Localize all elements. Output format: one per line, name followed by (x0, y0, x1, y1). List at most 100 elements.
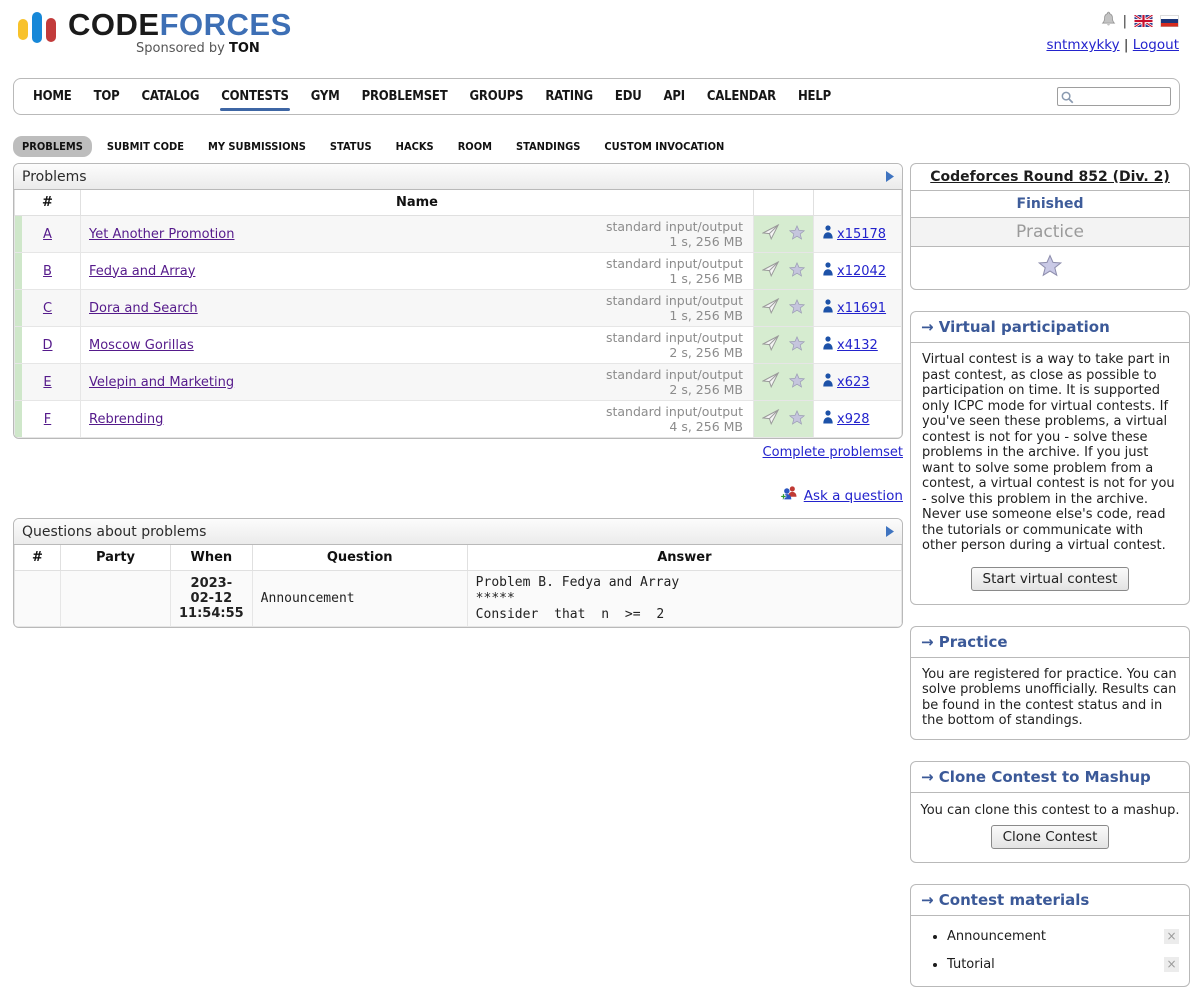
materials-caption: → Contest materials (911, 885, 1189, 916)
problem-name-cell: Moscow Gorillas standard input/output 2 … (81, 327, 754, 364)
subnav-item[interactable]: ROOM (449, 136, 501, 157)
caption-arrow-icon[interactable] (886, 171, 894, 182)
clone-contest-button[interactable]: Clone Contest (991, 825, 1110, 849)
problem-name-link[interactable]: Dora and Search (89, 301, 198, 316)
solved-count-link[interactable]: x4132 (837, 338, 878, 353)
material-label[interactable]: Announcement (947, 929, 1046, 944)
codeforces-logo[interactable]: CODEFORCES Sponsored by TON (14, 8, 292, 72)
main-nav-item[interactable]: CONTESTS (210, 80, 300, 113)
logout-link[interactable]: Logout (1133, 37, 1179, 53)
practice-box: → Practice You are registered for practi… (910, 626, 1190, 740)
main-nav-item[interactable]: TOP (83, 80, 131, 113)
problem-name-link[interactable]: Velepin and Marketing (89, 375, 234, 390)
main-nav-item[interactable]: GROUPS (459, 80, 535, 113)
practice-text: You are registered for practice. You can… (911, 658, 1189, 739)
main-nav-item[interactable]: HELP (787, 80, 842, 113)
main-nav-item[interactable]: CATALOG (130, 80, 210, 113)
main-nav-item[interactable]: GYM (300, 80, 351, 113)
virtual-text: Virtual contest is a way to take part in… (911, 343, 1189, 564)
subnav-item[interactable]: CUSTOM INVOCATION (595, 136, 733, 157)
problem-letter-link[interactable]: D (42, 338, 52, 353)
paper-plane-icon[interactable] (762, 335, 780, 355)
logo-bars-icon (18, 12, 56, 43)
flag-uk-icon[interactable] (1134, 15, 1153, 27)
paper-plane-icon[interactable] (762, 372, 780, 392)
subnav-item[interactable]: STATUS (321, 136, 381, 157)
main-nav-item[interactable]: CALENDAR (696, 80, 787, 113)
main-nav-item[interactable]: EDU (604, 80, 653, 113)
contest-info-box: Codeforces Round 852 (Div. 2) Finished P… (910, 163, 1190, 290)
problem-letter-link[interactable]: F (44, 412, 51, 427)
problems-col-icons (754, 190, 814, 216)
problem-letter-cell: B (15, 253, 81, 290)
flag-ru-icon[interactable] (1160, 15, 1179, 27)
ask-question-link[interactable]: Ask a question (804, 488, 903, 504)
problem-letter-link[interactable]: B (43, 264, 52, 279)
problem-letter-link[interactable]: E (43, 375, 51, 390)
complete-problemset-link[interactable]: Complete problemset (763, 445, 903, 460)
main-nav-item[interactable]: API (653, 80, 696, 113)
subnav-item[interactable]: STANDINGS (507, 136, 589, 157)
paper-plane-icon[interactable] (762, 409, 780, 429)
problem-letter-link[interactable]: C (43, 301, 52, 316)
problem-name-link[interactable]: Moscow Gorillas (89, 338, 194, 353)
person-icon (822, 410, 834, 428)
subnav-item[interactable]: SUBMIT CODE (98, 136, 193, 157)
problem-io-limits: standard input/output 1 s, 256 MB (606, 293, 745, 323)
questions-caption: Questions about problems (22, 524, 206, 540)
problem-name-link[interactable]: Fedya and Array (89, 264, 195, 279)
material-item[interactable]: Tutorial × (947, 957, 1189, 972)
person-icon (822, 373, 834, 391)
problem-name-link[interactable]: Rebrending (89, 412, 163, 427)
start-virtual-contest-button[interactable]: Start virtual contest (971, 567, 1130, 591)
problem-solved-cell: x11691 (814, 290, 902, 327)
subnav-item[interactable]: MY SUBMISSIONS (199, 136, 315, 157)
star-icon[interactable] (1038, 265, 1062, 281)
problem-letter-cell: D (15, 327, 81, 364)
main-nav-item[interactable]: PROBLEMSET (351, 80, 459, 113)
person-icon (822, 225, 834, 243)
problem-letter-link[interactable]: A (43, 227, 52, 242)
close-icon[interactable]: × (1164, 929, 1179, 944)
star-icon[interactable] (789, 373, 805, 392)
problem-io-limits: standard input/output 1 s, 256 MB (606, 256, 745, 286)
materials-list: Announcement × Tutorial × (911, 929, 1189, 972)
solved-count-link[interactable]: x15178 (837, 227, 886, 242)
contest-state: Finished (911, 191, 1189, 218)
clone-caption: → Clone Contest to Mashup (911, 762, 1189, 793)
star-icon[interactable] (789, 299, 805, 318)
paper-plane-icon[interactable] (762, 261, 780, 281)
contest-title-link[interactable]: Codeforces Round 852 (Div. 2) (930, 169, 1169, 185)
problem-actions-cell (754, 364, 814, 401)
problem-solved-cell: x12042 (814, 253, 902, 290)
questions-col-num: # (15, 545, 61, 571)
star-icon[interactable] (789, 336, 805, 355)
material-label[interactable]: Tutorial (947, 957, 995, 972)
main-nav-item[interactable]: RATING (534, 80, 604, 113)
star-icon[interactable] (789, 225, 805, 244)
caption-arrow-icon[interactable] (886, 526, 894, 537)
paper-plane-icon[interactable] (762, 224, 780, 244)
question-party (61, 571, 171, 627)
solved-count-link[interactable]: x623 (837, 375, 870, 390)
problem-letter-cell: E (15, 364, 81, 401)
page-header: CODEFORCES Sponsored by TON | sntmxykky … (0, 0, 1193, 72)
main-nav-item[interactable]: HOME (22, 80, 83, 113)
problem-name-link[interactable]: Yet Another Promotion (89, 227, 234, 242)
username-link[interactable]: sntmxykky (1046, 37, 1119, 53)
star-icon[interactable] (789, 262, 805, 281)
solved-count-link[interactable]: x12042 (837, 264, 886, 279)
questions-col-party: Party (61, 545, 171, 571)
star-icon[interactable] (789, 410, 805, 429)
subnav-item[interactable]: HACKS (387, 136, 443, 157)
solved-count-link[interactable]: x11691 (837, 301, 886, 316)
paper-plane-icon[interactable] (762, 298, 780, 318)
ask-question-icon (780, 485, 799, 506)
subnav-item[interactable]: PROBLEMS (13, 136, 92, 157)
bell-icon[interactable] (1101, 11, 1116, 31)
material-item[interactable]: Announcement × (947, 929, 1189, 944)
close-icon[interactable]: × (1164, 957, 1179, 972)
problem-io-limits: standard input/output 1 s, 256 MB (606, 219, 745, 249)
solved-count-link[interactable]: x928 (837, 412, 870, 427)
practice-caption: → Practice (911, 627, 1189, 658)
